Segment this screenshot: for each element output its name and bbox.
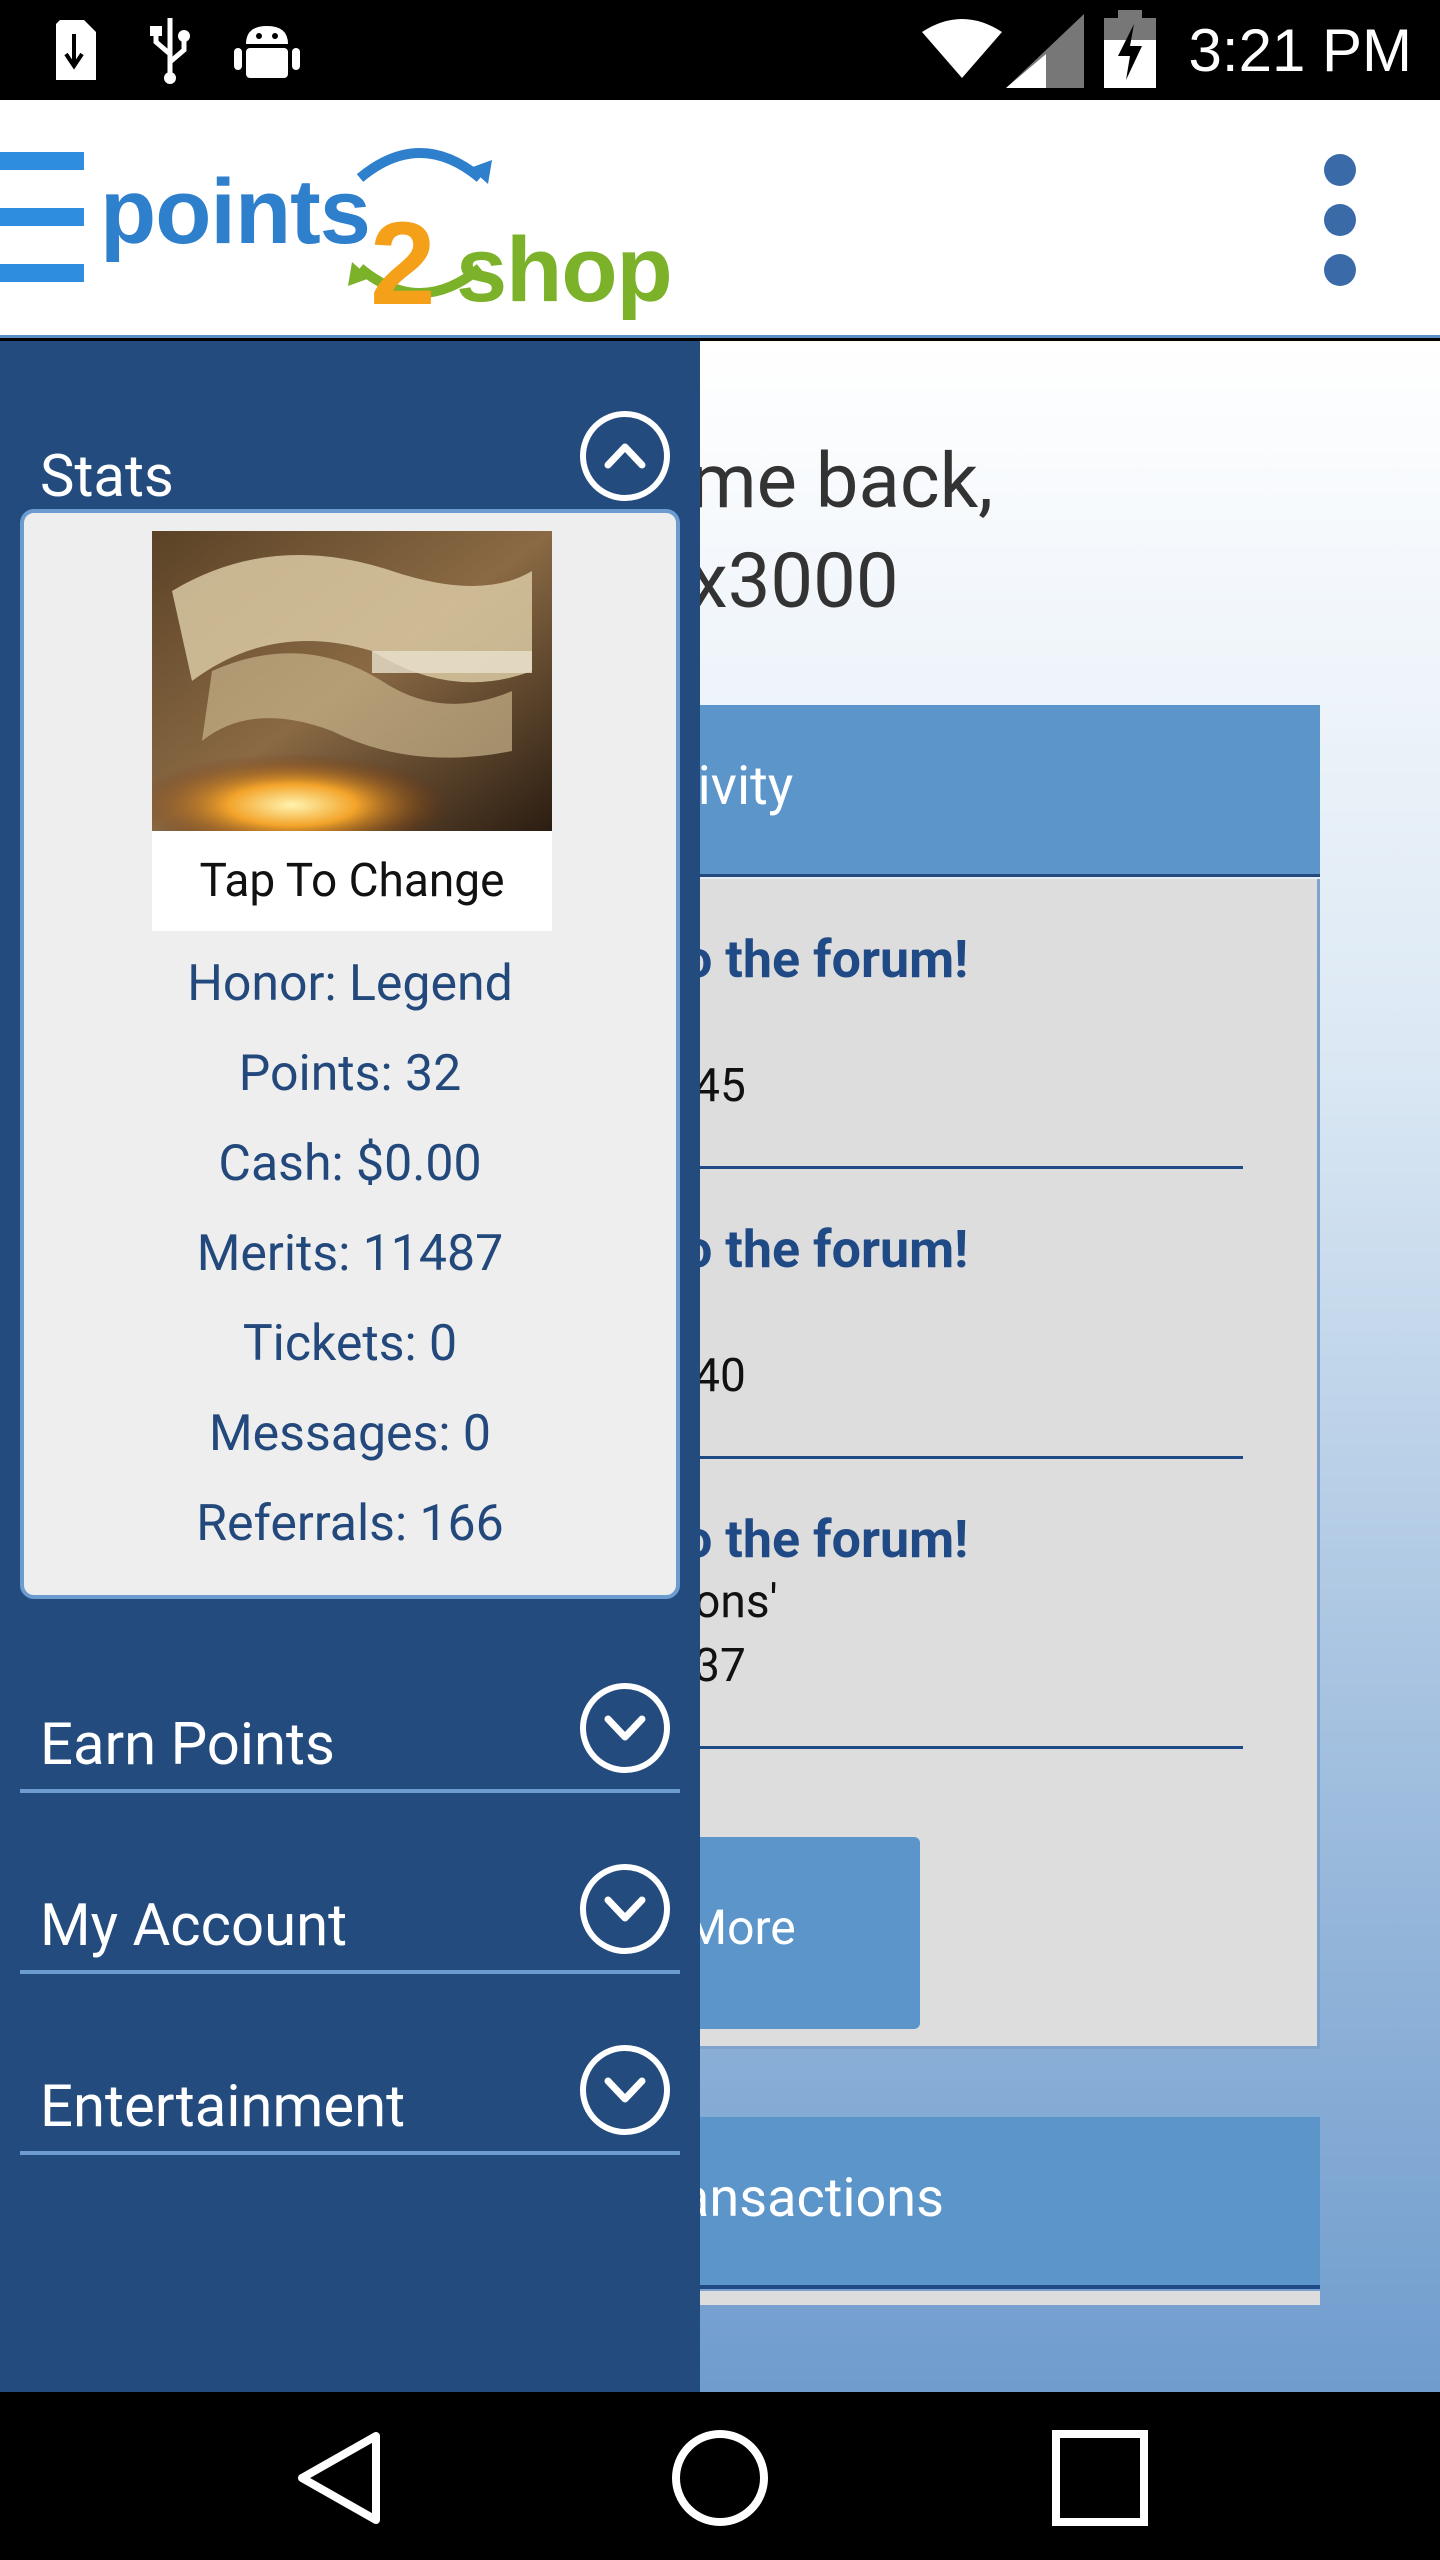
stat-points: Points: 32 bbox=[238, 1045, 462, 1103]
chevron-down-icon[interactable] bbox=[580, 1683, 670, 1773]
status-bar: 3:21 PM bbox=[0, 0, 1440, 100]
entertainment-label: Entertainment bbox=[40, 2073, 406, 2141]
chevron-up-icon[interactable] bbox=[580, 411, 670, 501]
app-bar: points 2 shop bbox=[0, 100, 1440, 338]
battery-charging-icon bbox=[1104, 10, 1156, 92]
chevron-down-icon[interactable] bbox=[580, 2045, 670, 2135]
menu-icon[interactable] bbox=[0, 152, 86, 288]
stat-honor: Honor: Legend bbox=[187, 955, 513, 1013]
stat-merits: Merits: 11487 bbox=[196, 1225, 504, 1283]
avatar[interactable] bbox=[152, 531, 552, 831]
earn-points-section[interactable]: Earn Points bbox=[20, 1683, 680, 1793]
activity-item-title: o the forum! bbox=[683, 1219, 969, 1280]
system-nav-bar bbox=[0, 2392, 1440, 2560]
back-icon[interactable] bbox=[290, 2428, 390, 2532]
sd-card-icon bbox=[52, 14, 100, 88]
activity-item-title: o the forum! bbox=[683, 1509, 969, 1570]
stat-referrals: Referrals: 166 bbox=[196, 1495, 504, 1553]
stats-section-header[interactable]: Stats bbox=[20, 411, 680, 521]
activity-panel-header[interactable]: tivity bbox=[600, 705, 1320, 877]
stats-label: Stats bbox=[40, 443, 174, 511]
divider bbox=[20, 1789, 680, 1793]
logo-text-points: points bbox=[100, 161, 371, 263]
my-account-section[interactable]: My Account bbox=[20, 1864, 680, 1974]
points2shop-logo: points 2 shop bbox=[100, 138, 673, 330]
logo-text-2: 2 bbox=[370, 198, 436, 330]
earn-points-label: Earn Points bbox=[40, 1711, 335, 1779]
transactions-panel-title: ansactions bbox=[680, 2167, 944, 2230]
stats-card: Tap To Change Honor: Legend Points: 32 C… bbox=[20, 509, 680, 1599]
activity-item-title: o the forum! bbox=[683, 929, 969, 990]
android-debug-icon bbox=[232, 14, 302, 90]
usb-icon bbox=[146, 14, 194, 90]
recents-icon[interactable] bbox=[1050, 2428, 1150, 2532]
overflow-menu-icon[interactable] bbox=[1320, 152, 1360, 288]
stat-tickets: Tickets: 0 bbox=[242, 1315, 458, 1373]
home-icon[interactable] bbox=[670, 2428, 770, 2532]
cell-signal-icon bbox=[1006, 14, 1084, 92]
chevron-down-icon[interactable] bbox=[580, 1864, 670, 1954]
divider bbox=[20, 1970, 680, 1974]
logo-text-shop: shop bbox=[456, 219, 673, 321]
transactions-panel bbox=[600, 2291, 1320, 2305]
stat-cash: Cash: $0.00 bbox=[218, 1135, 482, 1193]
transactions-panel-header[interactable]: ansactions bbox=[600, 2117, 1320, 2289]
divider bbox=[20, 2151, 680, 2155]
stat-messages: Messages: 0 bbox=[209, 1405, 491, 1463]
entertainment-section[interactable]: Entertainment bbox=[20, 2045, 680, 2155]
wifi-icon bbox=[922, 18, 1002, 82]
tap-to-change-label[interactable]: Tap To Change bbox=[152, 831, 552, 931]
navigation-drawer: Stats Tap To Change Honor: Legend Points… bbox=[0, 341, 700, 2392]
clock: 3:21 PM bbox=[1188, 17, 1412, 84]
my-account-label: My Account bbox=[40, 1892, 348, 1960]
